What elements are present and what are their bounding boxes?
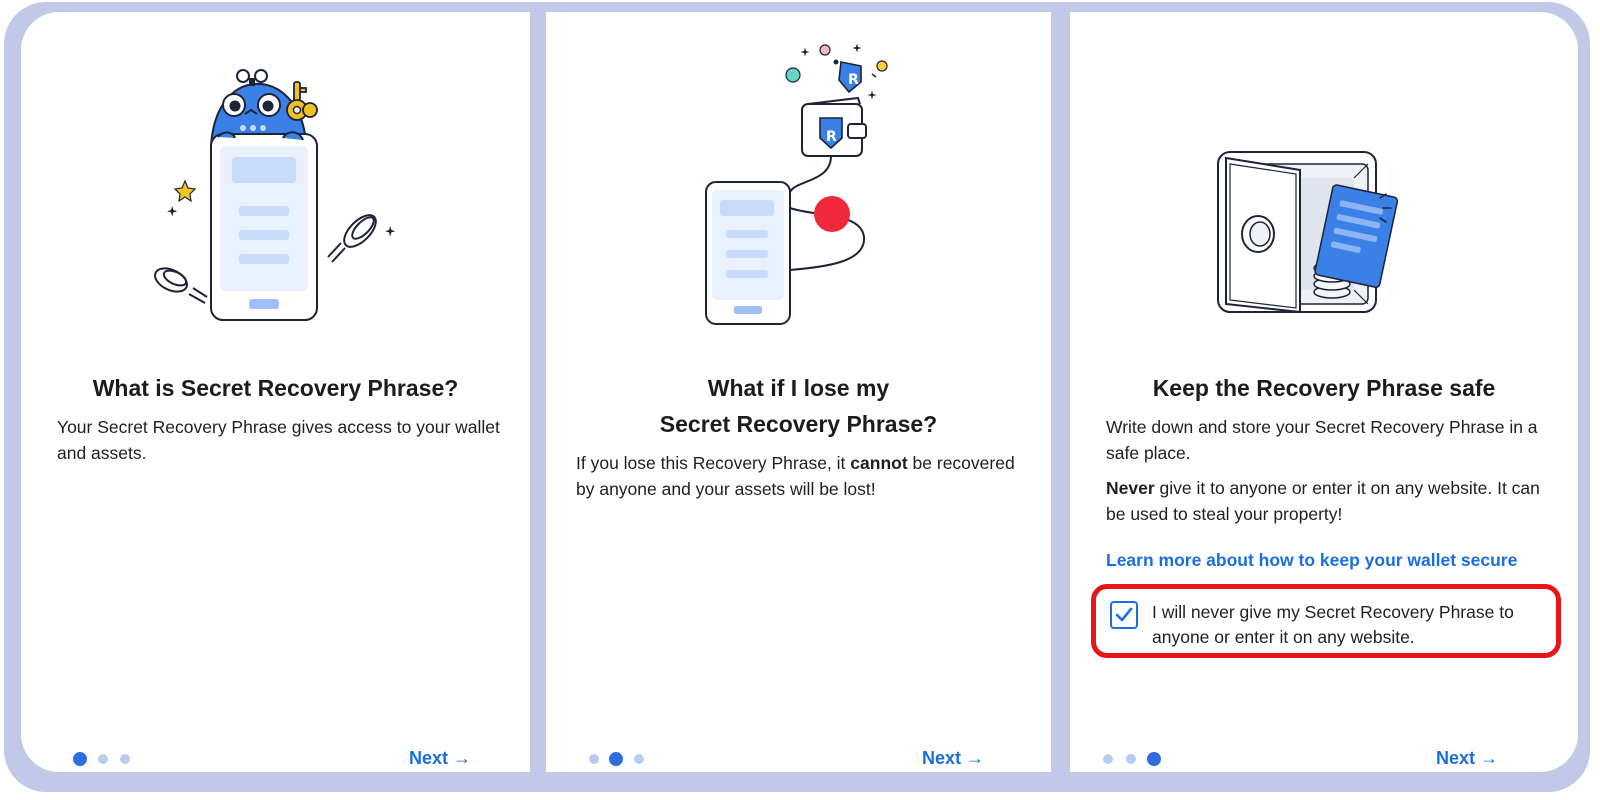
slide-body: Your Secret Recovery Phrase gives access… <box>57 417 500 463</box>
phone-wallet-illustration: R R <box>705 43 888 325</box>
warning-emphasis: Never <box>1106 478 1155 498</box>
pagination-dot-1 <box>1103 754 1113 764</box>
confirm-checkbox[interactable] <box>1110 601 1138 629</box>
slide-title: Keep the Recovery Phrase safe <box>1152 375 1496 401</box>
svg-text:R: R <box>848 72 859 88</box>
slide-title: What if I lose my Secret Recovery Phrase… <box>566 370 1031 442</box>
slide-body: If you lose this Recovery Phrase, it can… <box>576 453 1015 499</box>
pagination-dot-3-active <box>1147 752 1161 766</box>
learn-more-link[interactable]: Learn more about how to keep your wallet… <box>1106 550 1517 571</box>
pagination-dot-2 <box>1126 754 1136 764</box>
pagination-dot-1-active <box>73 752 87 766</box>
next-button[interactable]: Next → <box>409 748 471 769</box>
svg-text:R: R <box>826 129 837 145</box>
pagination-dot-1 <box>589 754 599 764</box>
whale-phone-key-illustration <box>154 69 396 321</box>
slide-warning: Never give it to anyone or enter it on a… <box>1106 478 1540 524</box>
safe-illustration <box>1217 151 1399 314</box>
pagination-dot-3 <box>120 754 130 764</box>
confirm-label: I will never give my Secret Recovery Phr… <box>1152 602 1514 647</box>
next-button[interactable]: Next → <box>1436 748 1498 769</box>
body-emphasis: cannot <box>850 453 908 473</box>
slide-title-line-2: Secret Recovery Phrase? <box>659 411 938 437</box>
slide-body: Write down and store your Secret Recover… <box>1106 417 1538 463</box>
pagination-dot-2 <box>98 754 108 764</box>
checkmark-icon <box>1115 607 1133 622</box>
slide-title-line-1: What if I lose my <box>707 375 890 401</box>
confirm-checkbox-row[interactable]: I will never give my Secret Recovery Phr… <box>1091 584 1561 658</box>
slide-secret-recovery-phrase: What is Secret Recovery Phrase? Your Sec… <box>21 12 530 772</box>
slide-lose-recovery-phrase: R R What if I lose my Secret Recovery Ph… <box>546 12 1051 772</box>
slide-title: What is Secret Recovery Phrase? <box>92 375 459 401</box>
next-button[interactable]: Next → <box>922 748 984 769</box>
pagination-dot-3 <box>634 754 644 764</box>
slide-keep-phrase-safe: Keep the Recovery Phrase safe Write down… <box>1070 12 1578 772</box>
pagination-dot-2-active <box>609 752 623 766</box>
